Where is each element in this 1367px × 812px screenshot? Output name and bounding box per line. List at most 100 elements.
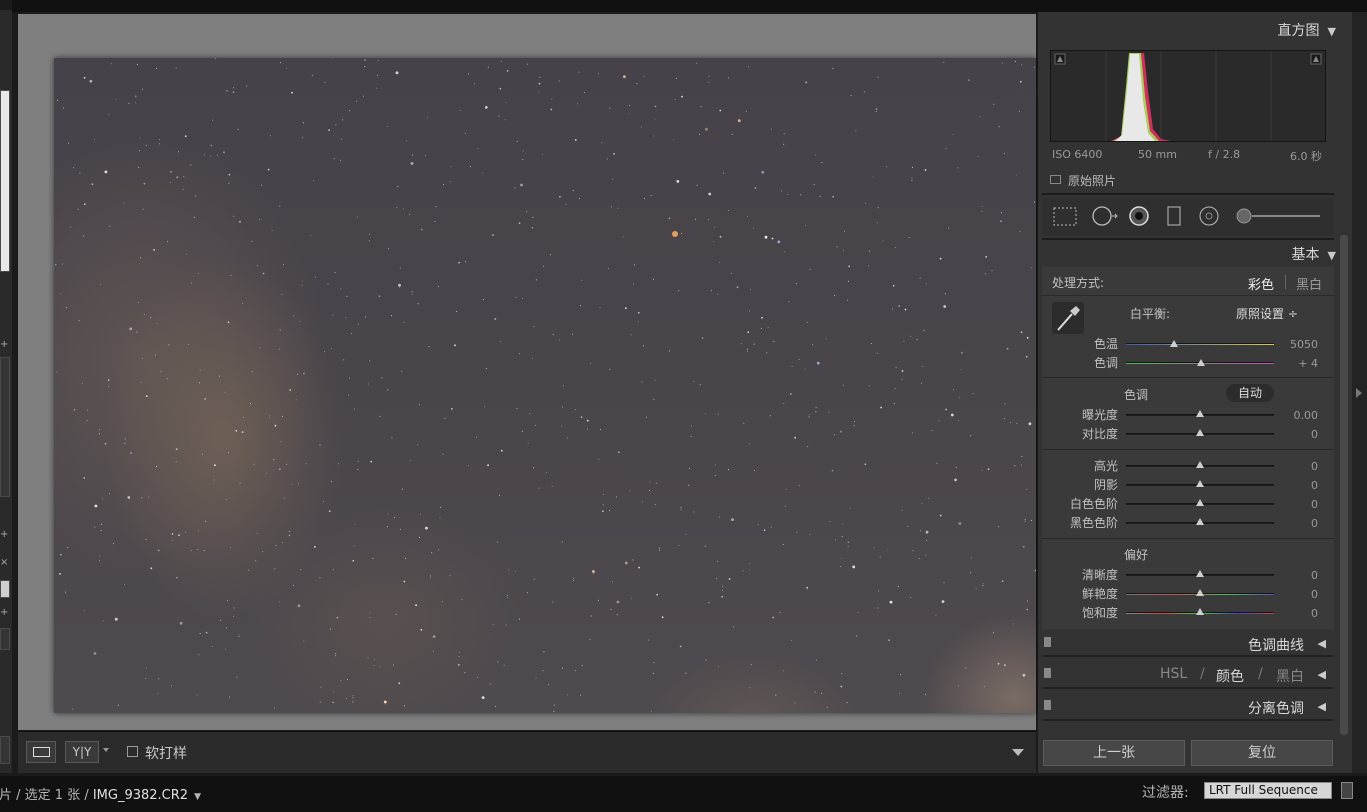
previous-button[interactable]: 上一张 — [1043, 740, 1185, 766]
loupe-view-button[interactable] — [26, 741, 56, 763]
temp-slider[interactable] — [1126, 343, 1274, 345]
separator — [1042, 238, 1334, 240]
separator — [1042, 295, 1334, 296]
clarity-slider-thumb[interactable] — [1196, 570, 1204, 577]
saturation-slider-thumb[interactable] — [1196, 608, 1204, 615]
separator — [1042, 538, 1334, 539]
panel-toggle-icon[interactable] — [1044, 700, 1051, 710]
auto-tone-button[interactable]: 自动 — [1226, 384, 1274, 402]
histogram-graph — [1054, 51, 1322, 141]
shadows-slider-thumb[interactable] — [1196, 480, 1204, 487]
radial-filter-tool[interactable] — [1198, 206, 1220, 228]
plus-icon[interactable]: + — [0, 608, 8, 618]
graduated-filter-tool[interactable] — [1054, 206, 1078, 228]
tone-label: 色调 — [1124, 388, 1149, 402]
vibrance-slider-thumb[interactable] — [1196, 589, 1204, 596]
filmstrip-bar: 照片 / 选定 1 张 / IMG_9382.CR2 ▼ 过滤器: LRT Ful… — [0, 776, 1367, 812]
separator — [1042, 449, 1334, 450]
contrast-slider-thumb[interactable] — [1196, 429, 1204, 436]
color-tab[interactable]: 颜色 — [1216, 666, 1244, 686]
vibrance-value[interactable]: 0 — [1278, 588, 1318, 601]
separator — [1042, 193, 1334, 195]
tint-slider-thumb[interactable] — [1197, 359, 1205, 366]
reset-button[interactable]: 复位 — [1191, 740, 1333, 766]
blacks-label: 黑色色阶 — [1069, 516, 1118, 530]
left-panel: + + × + — [0, 10, 12, 773]
collections-item[interactable] — [0, 628, 10, 650]
filename: IMG_9382.CR2 — [92, 788, 189, 803]
saturation-value[interactable]: 0 — [1278, 607, 1318, 620]
highlights-slider-thumb[interactable] — [1196, 461, 1204, 468]
whites-slider-thumb[interactable] — [1196, 499, 1204, 506]
toolbar-menu-button[interactable] — [1012, 749, 1024, 756]
tab-divider: / — [1258, 666, 1263, 682]
panel-toggle-icon[interactable] — [1044, 637, 1051, 647]
softproof-label: 软打样 — [145, 746, 187, 762]
crop-tool[interactable] — [1166, 206, 1184, 228]
tint-value[interactable]: + 4 — [1278, 357, 1318, 370]
spot-removal-tool[interactable] — [1090, 206, 1116, 228]
hsl-panel[interactable]: HSL / 颜色 / 黑白 ◀ — [1042, 661, 1334, 689]
temp-slider-thumb[interactable] — [1170, 340, 1178, 347]
history-item[interactable] — [0, 580, 10, 598]
bw-tab[interactable]: 黑白 — [1276, 666, 1304, 686]
right-panel-toggle[interactable] — [1352, 12, 1367, 773]
exposure-value[interactable]: 0.00 — [1278, 409, 1319, 422]
toolbar: Y|Y 软打样 — [18, 731, 1036, 773]
separator — [1042, 377, 1334, 378]
exposure-slider-thumb[interactable] — [1196, 410, 1204, 417]
highlights-label: 高光 — [1093, 459, 1118, 473]
softproof-checkbox[interactable] — [127, 746, 138, 757]
expand-triangle-icon: ◀ — [1317, 700, 1326, 713]
saturation-label: 饱和度 — [1081, 606, 1118, 620]
filter-switch[interactable] — [1341, 782, 1353, 799]
basic-header[interactable]: 基本 ▼ — [1292, 244, 1336, 264]
hsl-tab[interactable]: HSL — [1160, 666, 1187, 682]
treatment-divider — [1285, 275, 1286, 289]
histogram-header[interactable]: 直方图 ▼ — [1278, 20, 1336, 40]
treatment-bw-option[interactable]: 黑白 — [1296, 274, 1322, 293]
redeye-tool[interactable] — [1126, 206, 1150, 228]
filmstrip-info[interactable]: 照片 / 选定 1 张 / IMG_9382.CR2 ▼ — [0, 784, 201, 803]
split-toning-panel[interactable]: 分离色调 ◀ — [1042, 693, 1334, 721]
shadows-value[interactable]: 0 — [1278, 479, 1318, 492]
expand-triangle-icon: ◀ — [1317, 668, 1326, 681]
wb-eyedropper-icon[interactable] — [1052, 302, 1084, 334]
vibrance-label: 鲜艳度 — [1081, 587, 1118, 601]
whites-label: 白色色阶 — [1069, 497, 1118, 511]
exposure-label: 曝光度 — [1081, 408, 1118, 422]
contrast-label: 对比度 — [1081, 427, 1118, 441]
right-panel-scrollbar[interactable] — [1340, 235, 1348, 735]
chevron-down-icon[interactable]: ▼ — [194, 792, 201, 802]
blacks-slider-thumb[interactable] — [1196, 518, 1204, 525]
temp-label: 色温 — [1093, 337, 1118, 351]
collapse-triangle-icon: ▼ — [1327, 249, 1336, 262]
original-photo-label: 原始照片 — [1068, 174, 1117, 188]
close-icon[interactable]: × — [0, 558, 8, 568]
lightroom-develop-window: + + × + Y|Y 软打样 直方图 ▼ ISO 6400 50 mm f /… — [0, 0, 1367, 812]
plus-icon[interactable]: + — [0, 340, 8, 350]
original-photo-checkbox[interactable] — [1050, 175, 1061, 184]
before-after-button[interactable]: Y|Y — [65, 741, 99, 763]
treatment-color-option[interactable]: 彩色 — [1248, 274, 1274, 293]
clarity-value[interactable]: 0 — [1278, 569, 1318, 582]
night-sky-photo[interactable] — [54, 58, 1036, 713]
presets-list[interactable] — [0, 357, 10, 497]
panel-toggle-icon[interactable] — [1044, 668, 1051, 678]
whites-value[interactable]: 0 — [1278, 498, 1318, 511]
tone-curve-panel[interactable]: 色调曲线 ◀ — [1042, 631, 1334, 657]
tint-label: 色调 — [1093, 356, 1118, 370]
temp-value[interactable]: 5050 — [1278, 338, 1318, 351]
wb-select[interactable]: 原照设置 ÷ — [1236, 305, 1298, 322]
navigator-preview[interactable] — [0, 90, 10, 272]
adjustment-brush-slider[interactable] — [1234, 206, 1324, 228]
filter-select[interactable]: LRT Full Sequence — [1204, 782, 1332, 799]
shadows-label: 阴影 — [1093, 478, 1118, 492]
highlights-value[interactable]: 0 — [1278, 460, 1318, 473]
chevron-down-icon[interactable] — [103, 748, 109, 752]
copy-button[interactable] — [0, 736, 10, 764]
contrast-value[interactable]: 0 — [1278, 428, 1318, 441]
collapse-triangle-icon: ▼ — [1327, 25, 1336, 38]
plus-icon[interactable]: + — [0, 530, 8, 540]
blacks-value[interactable]: 0 — [1278, 517, 1318, 530]
